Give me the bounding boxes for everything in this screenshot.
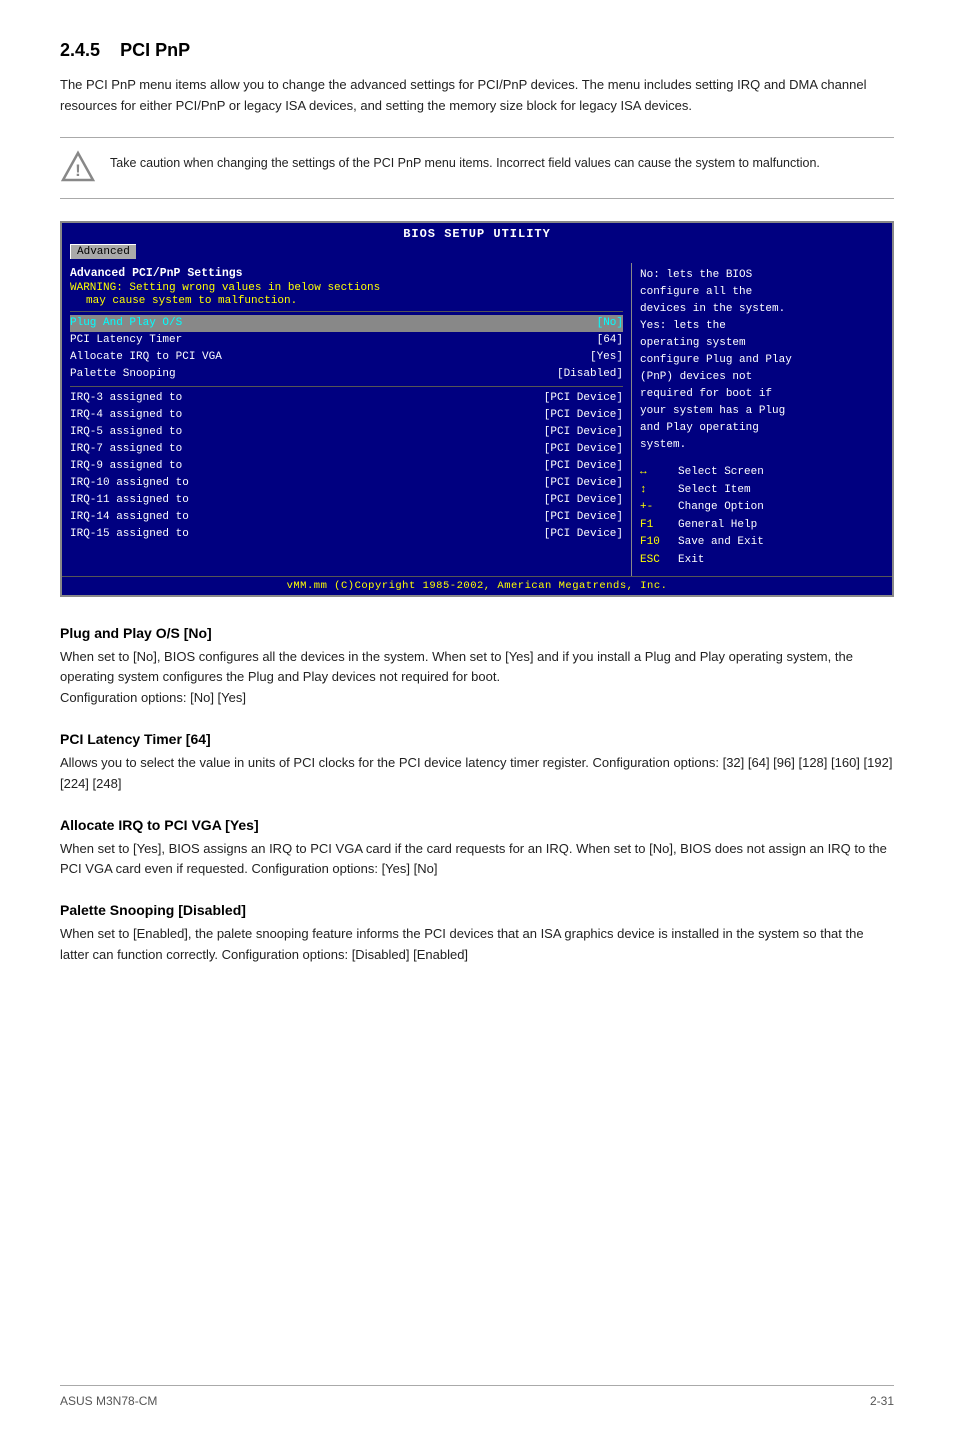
bios-tab: Advanced [70, 244, 136, 259]
subsection-plug-play: Plug and Play O/S [No] When set to [No], … [60, 625, 894, 709]
subsection-title-allocate-irq: Allocate IRQ to PCI VGA [Yes] [60, 817, 894, 833]
subsection-palette-snooping: Palette Snooping [Disabled] When set to [… [60, 902, 894, 966]
bios-irq-row: IRQ-15 assigned to[PCI Device] [70, 526, 623, 543]
subsection-pci-latency: PCI Latency Timer [64] Allows you to sele… [60, 731, 894, 795]
section-number: 2.4.5 [60, 40, 100, 60]
subsection-body-plug-play: When set to [No], BIOS configures all th… [60, 647, 894, 709]
bios-warning-line2: may cause system to malfunction. [70, 295, 623, 307]
bios-row-allocate: Allocate IRQ to PCI VGA [Yes] [70, 349, 623, 366]
bios-irq-row: IRQ-5 assigned to[PCI Device] [70, 424, 623, 441]
bios-nav-row: F1General Help [640, 517, 884, 535]
warning-icon: ! [60, 150, 96, 186]
bios-irq-row: IRQ-14 assigned to[PCI Device] [70, 509, 623, 526]
bios-row-palette: Palette Snooping [Disabled] [70, 366, 623, 383]
bios-irq-row: IRQ-10 assigned to[PCI Device] [70, 475, 623, 492]
bios-nav-row: ↔Select Screen [640, 464, 884, 482]
bios-irq-rows: IRQ-3 assigned to[PCI Device]IRQ-4 assig… [70, 390, 623, 543]
bios-section-title: Advanced PCI/PnP Settings [70, 267, 623, 280]
bios-screen: BIOS SETUP UTILITY Advanced Advanced PCI… [60, 221, 894, 597]
svg-text:!: ! [75, 161, 81, 180]
bios-nav: ↔Select Screen↕Select Item+-Change Optio… [640, 464, 884, 570]
bios-row-plugplay: Plug And Play O/S [No] [70, 315, 623, 332]
bios-irq-row: IRQ-4 assigned to[PCI Device] [70, 407, 623, 424]
bios-irq-row: IRQ-11 assigned to[PCI Device] [70, 492, 623, 509]
bios-warning-line1: WARNING: Setting wrong values in below s… [70, 282, 623, 294]
section-name: PCI PnP [120, 40, 190, 60]
bios-right-panel: No: lets the BIOSconfigure all thedevice… [632, 263, 892, 576]
subsection-body-allocate-irq: When set to [Yes], BIOS assigns an IRQ t… [60, 839, 894, 881]
section-title: 2.4.5 PCI PnP [60, 40, 894, 61]
warning-text: Take caution when changing the settings … [110, 150, 820, 173]
subsection-body-pci-latency: Allows you to select the value in units … [60, 753, 894, 795]
subsection-title-palette-snooping: Palette Snooping [Disabled] [60, 902, 894, 918]
bios-nav-row: ESCExit [640, 552, 884, 570]
subsection-title-pci-latency: PCI Latency Timer [64] [60, 731, 894, 747]
subsection-allocate-irq: Allocate IRQ to PCI VGA [Yes] When set to… [60, 817, 894, 881]
warning-box: ! Take caution when changing the setting… [60, 137, 894, 199]
subsection-body-palette-snooping: When set to [Enabled], the palete snoopi… [60, 924, 894, 966]
bios-irq-row: IRQ-9 assigned to[PCI Device] [70, 458, 623, 475]
intro-paragraph: The PCI PnP menu items allow you to chan… [60, 75, 894, 117]
bios-title: BIOS SETUP UTILITY [62, 223, 892, 243]
bios-row-latency: PCI Latency Timer [64] [70, 332, 623, 349]
subsections: Plug and Play O/S [No] When set to [No], … [60, 625, 894, 966]
subsection-title-plug-play: Plug and Play O/S [No] [60, 625, 894, 641]
bios-nav-row: F10Save and Exit [640, 534, 884, 552]
bios-irq-row: IRQ-3 assigned to[PCI Device] [70, 390, 623, 407]
page-footer: ASUS M3N78-CM 2-31 [60, 1385, 894, 1408]
bios-left-panel: Advanced PCI/PnP Settings WARNING: Setti… [62, 263, 632, 576]
bios-help-text: No: lets the BIOSconfigure all thedevice… [640, 267, 884, 455]
footer-page: 2-31 [870, 1394, 894, 1408]
bios-nav-row: +-Change Option [640, 499, 884, 517]
bios-nav-row: ↕Select Item [640, 482, 884, 500]
bios-footer: vMM.mm (C)Copyright 1985-2002, American … [62, 576, 892, 595]
footer-product: ASUS M3N78-CM [60, 1394, 157, 1408]
bios-irq-row: IRQ-7 assigned to[PCI Device] [70, 441, 623, 458]
